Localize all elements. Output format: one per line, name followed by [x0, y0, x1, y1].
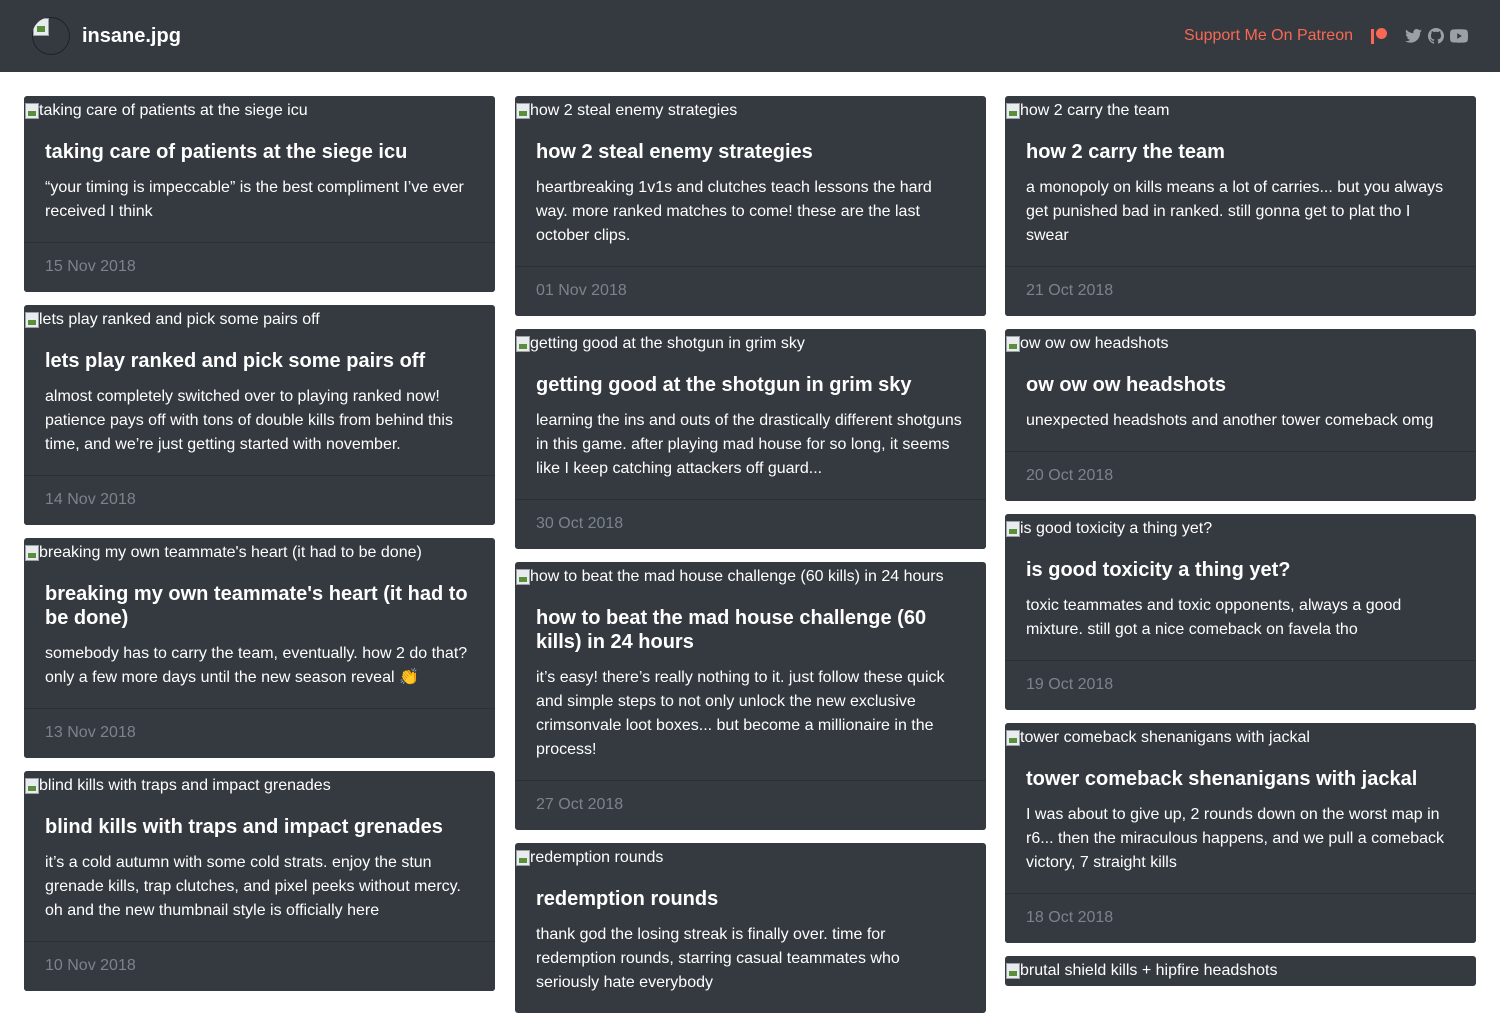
post-thumbnail[interactable]: how 2 steal enemy strategies: [515, 96, 986, 126]
navbar: insane.jpg Support Me On Patreon: [0, 0, 1500, 72]
post-title[interactable]: how to beat the mad house challenge (60 …: [536, 606, 965, 654]
post-card[interactable]: how to beat the mad house challenge (60 …: [515, 562, 986, 830]
post-thumbnail[interactable]: getting good at the shotgun in grim sky: [515, 329, 986, 359]
post-date: 01 Nov 2018: [515, 266, 986, 316]
post-card[interactable]: how 2 carry the team how 2 carry the tea…: [1005, 96, 1476, 316]
patreon-icon[interactable]: [1371, 28, 1387, 44]
post-date: 21 Oct 2018: [1005, 266, 1476, 316]
post-card[interactable]: ow ow ow headshots ow ow ow headshots un…: [1005, 329, 1476, 501]
post-card[interactable]: lets play ranked and pick some pairs off…: [24, 305, 495, 525]
brand-name: insane.jpg: [82, 24, 181, 47]
post-thumbnail[interactable]: redemption rounds: [515, 843, 986, 873]
post-thumbnail[interactable]: ow ow ow headshots: [1005, 329, 1476, 359]
post-date: 18 Oct 2018: [1005, 893, 1476, 943]
post-title[interactable]: breaking my own teammate's heart (it had…: [45, 582, 474, 630]
nav-right: Support Me On Patreon: [1184, 22, 1468, 50]
post-date: 15 Nov 2018: [24, 242, 495, 292]
post-card[interactable]: redemption rounds redemption rounds than…: [515, 843, 986, 1013]
post-excerpt: a monopoly on kills means a lot of carri…: [1026, 179, 1444, 244]
post-card[interactable]: is good toxicity a thing yet? is good to…: [1005, 514, 1476, 710]
post-thumbnail[interactable]: taking care of patients at the siege icu: [24, 96, 495, 126]
post-date: 13 Nov 2018: [24, 708, 495, 758]
post-excerpt: it’s a cold autumn with some cold strats…: [45, 854, 461, 919]
patreon-link[interactable]: Support Me On Patreon: [1184, 27, 1353, 45]
post-excerpt: “your timing is impeccable” is the best …: [45, 179, 464, 220]
post-date: 19 Oct 2018: [1005, 660, 1476, 710]
post-title[interactable]: redemption rounds: [536, 887, 965, 911]
post-excerpt: thank god the losing streak is finally o…: [536, 926, 900, 991]
post-date: 27 Oct 2018: [515, 780, 986, 830]
post-thumbnail[interactable]: how 2 carry the team: [1005, 96, 1476, 126]
post-date: 14 Nov 2018: [24, 475, 495, 525]
post-card[interactable]: taking care of patients at the siege icu…: [24, 96, 495, 292]
post-thumbnail[interactable]: tower comeback shenanigans with jackal: [1005, 723, 1476, 753]
post-title[interactable]: taking care of patients at the siege icu: [45, 140, 474, 164]
post-title[interactable]: tower comeback shenanigans with jackal: [1026, 767, 1455, 791]
avatar: [32, 17, 70, 55]
post-card[interactable]: tower comeback shenanigans with jackal t…: [1005, 723, 1476, 943]
post-thumbnail[interactable]: is good toxicity a thing yet?: [1005, 514, 1476, 544]
post-column-3: how 2 carry the team how 2 carry the tea…: [1005, 96, 1476, 999]
github-icon[interactable]: [1428, 28, 1444, 44]
post-card[interactable]: breaking my own teammate's heart (it had…: [24, 538, 495, 758]
post-date: 10 Nov 2018: [24, 941, 495, 991]
post-excerpt: toxic teammates and toxic opponents, alw…: [1026, 597, 1402, 638]
brand-link[interactable]: insane.jpg: [32, 16, 181, 56]
post-excerpt: almost completely switched over to playi…: [45, 388, 453, 453]
youtube-icon[interactable]: [1450, 29, 1468, 43]
post-title[interactable]: blind kills with traps and impact grenad…: [45, 815, 474, 839]
post-thumbnail[interactable]: brutal shield kills + hipfire headshots: [1005, 956, 1476, 986]
post-title[interactable]: how 2 steal enemy strategies: [536, 140, 965, 164]
post-title[interactable]: is good toxicity a thing yet?: [1026, 558, 1455, 582]
twitter-icon[interactable]: [1405, 29, 1422, 43]
post-title[interactable]: lets play ranked and pick some pairs off: [45, 349, 474, 373]
post-card[interactable]: getting good at the shotgun in grim sky …: [515, 329, 986, 549]
post-title[interactable]: how 2 carry the team: [1026, 140, 1455, 164]
post-title[interactable]: getting good at the shotgun in grim sky: [536, 373, 965, 397]
post-card[interactable]: how 2 steal enemy strategies how 2 steal…: [515, 96, 986, 316]
post-excerpt: I was about to give up, 2 rounds down on…: [1026, 806, 1445, 871]
post-column-2: how 2 steal enemy strategies how 2 steal…: [515, 96, 986, 1026]
social-links: [1405, 28, 1468, 44]
post-excerpt: unexpected headshots and another tower c…: [1026, 412, 1434, 429]
post-excerpt: somebody has to carry the team, eventual…: [45, 645, 468, 686]
post-card[interactable]: brutal shield kills + hipfire headshots: [1005, 956, 1476, 986]
post-excerpt: learning the ins and outs of the drastic…: [536, 412, 962, 477]
post-thumbnail[interactable]: lets play ranked and pick some pairs off: [24, 305, 495, 335]
post-date: 20 Oct 2018: [1005, 451, 1476, 501]
post-card[interactable]: blind kills with traps and impact grenad…: [24, 771, 495, 991]
post-title[interactable]: ow ow ow headshots: [1026, 373, 1455, 397]
post-excerpt: heartbreaking 1v1s and clutches teach le…: [536, 179, 932, 244]
post-column-1: taking care of patients at the siege icu…: [24, 96, 495, 1004]
post-excerpt: it’s easy! there’s really nothing to it.…: [536, 669, 945, 758]
post-date: 30 Oct 2018: [515, 499, 986, 549]
post-thumbnail[interactable]: breaking my own teammate's heart (it had…: [24, 538, 495, 568]
post-thumbnail[interactable]: how to beat the mad house challenge (60 …: [515, 562, 986, 592]
post-thumbnail[interactable]: blind kills with traps and impact grenad…: [24, 771, 495, 801]
